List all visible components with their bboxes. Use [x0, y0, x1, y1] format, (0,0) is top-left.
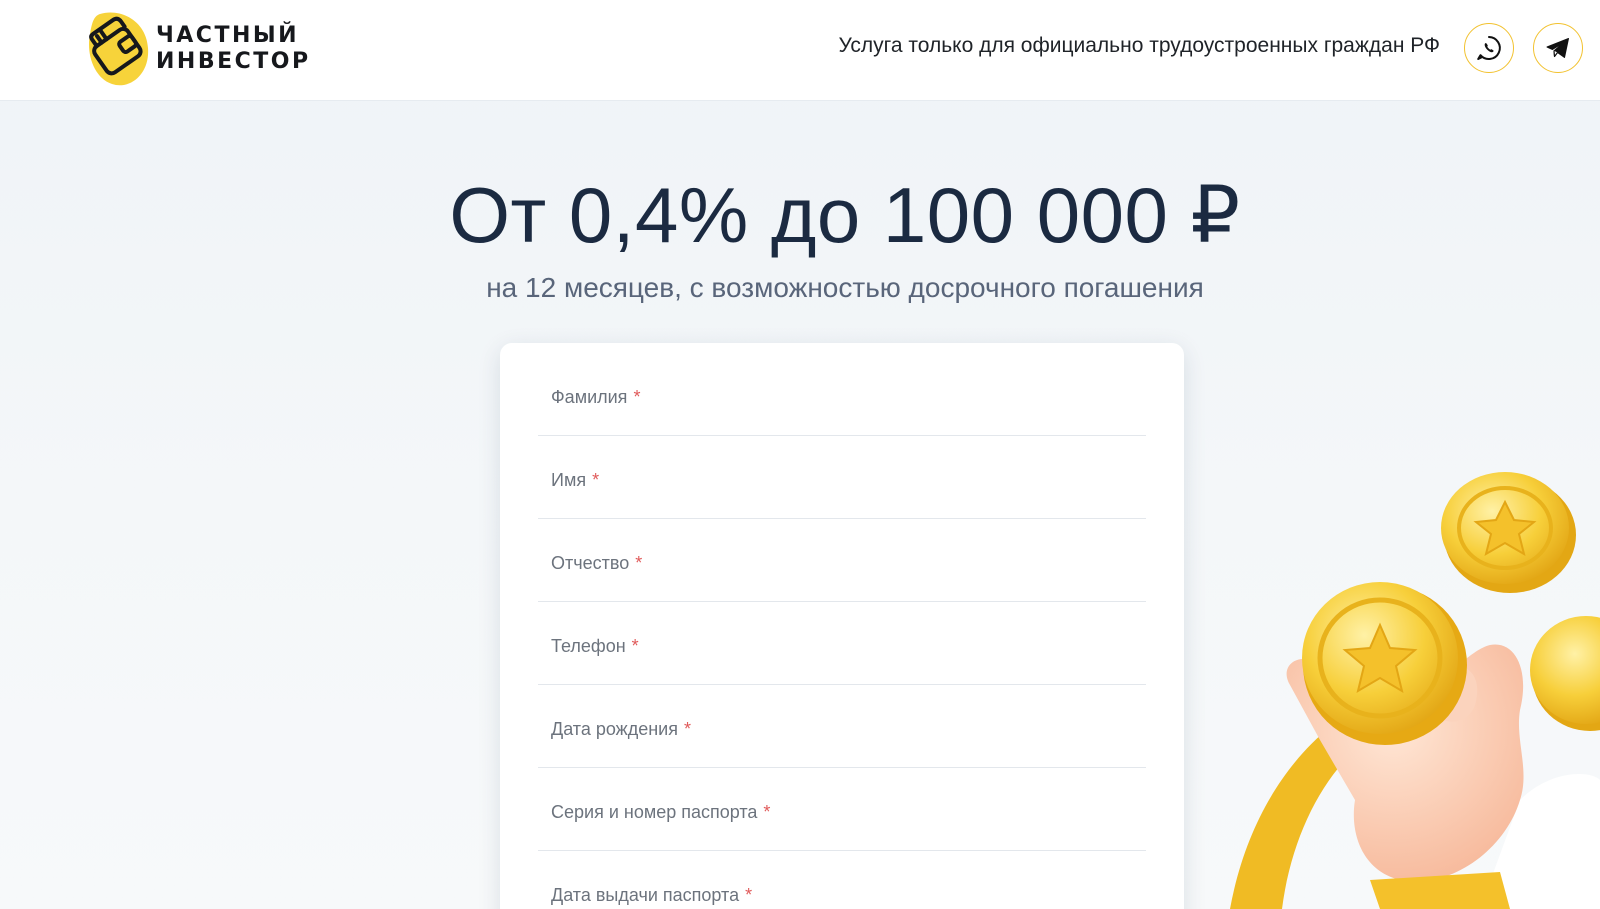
site-header: ЧАСТНЫЙ ИНВЕСТОР Услуга только для офици…: [0, 0, 1600, 100]
logo-line-1: ЧАСТНЫЙ: [156, 23, 300, 48]
hero-subtitle: на 12 месяцев, с возможностью досрочного…: [486, 272, 1204, 303]
passport-issue-date-field[interactable]: Дата выдачи паспорта *: [538, 851, 1146, 909]
field-label-last-name: Фамилия *: [551, 387, 641, 407]
required-mark: *: [592, 470, 600, 490]
telegram-icon: [1546, 38, 1569, 58]
logo[interactable]: ЧАСТНЫЙ ИНВЕСТОР: [86, 10, 316, 88]
required-mark: *: [633, 387, 641, 407]
hero-title: От 0,4% до 100 000 ₽: [449, 171, 1241, 259]
required-mark: *: [635, 553, 643, 573]
logo-wordmark: ЧАСТНЫЙ ИНВЕСТОР: [156, 23, 311, 75]
required-mark: *: [763, 802, 771, 822]
last-name-field[interactable]: Фамилия *: [538, 353, 1146, 436]
whatsapp-button[interactable]: [1464, 23, 1514, 73]
required-mark: *: [683, 719, 691, 739]
field-label-birth-date: Дата рождения *: [551, 719, 691, 739]
application-form: Фамилия * Имя * Отчество * Телефон * Дата ро…: [500, 343, 1184, 909]
passport-number-field[interactable]: Серия и номер паспорта *: [538, 768, 1146, 851]
required-mark: *: [745, 885, 753, 905]
field-label-phone: Телефон *: [551, 636, 639, 656]
first-name-field[interactable]: Имя *: [538, 436, 1146, 519]
field-label-patronymic: Отчество *: [551, 553, 643, 573]
phone-field[interactable]: Телефон *: [538, 602, 1146, 685]
coins-hand-illustration: [1230, 472, 1600, 909]
whatsapp-icon: [1477, 36, 1501, 60]
patronymic-field[interactable]: Отчество *: [538, 519, 1146, 602]
header-tagline: Услуга только для официально трудоустрое…: [838, 34, 1440, 57]
field-label-passport-issue-date: Дата выдачи паспорта *: [551, 885, 753, 905]
required-mark: *: [631, 636, 639, 656]
logo-line-2: ИНВЕСТОР: [156, 49, 311, 74]
telegram-button[interactable]: [1533, 23, 1583, 73]
birth-date-field[interactable]: Дата рождения *: [538, 685, 1146, 768]
wallet-logo-icon: [88, 12, 149, 86]
field-label-passport-number: Серия и номер паспорта *: [551, 802, 771, 822]
field-label-first-name: Имя *: [551, 470, 600, 490]
